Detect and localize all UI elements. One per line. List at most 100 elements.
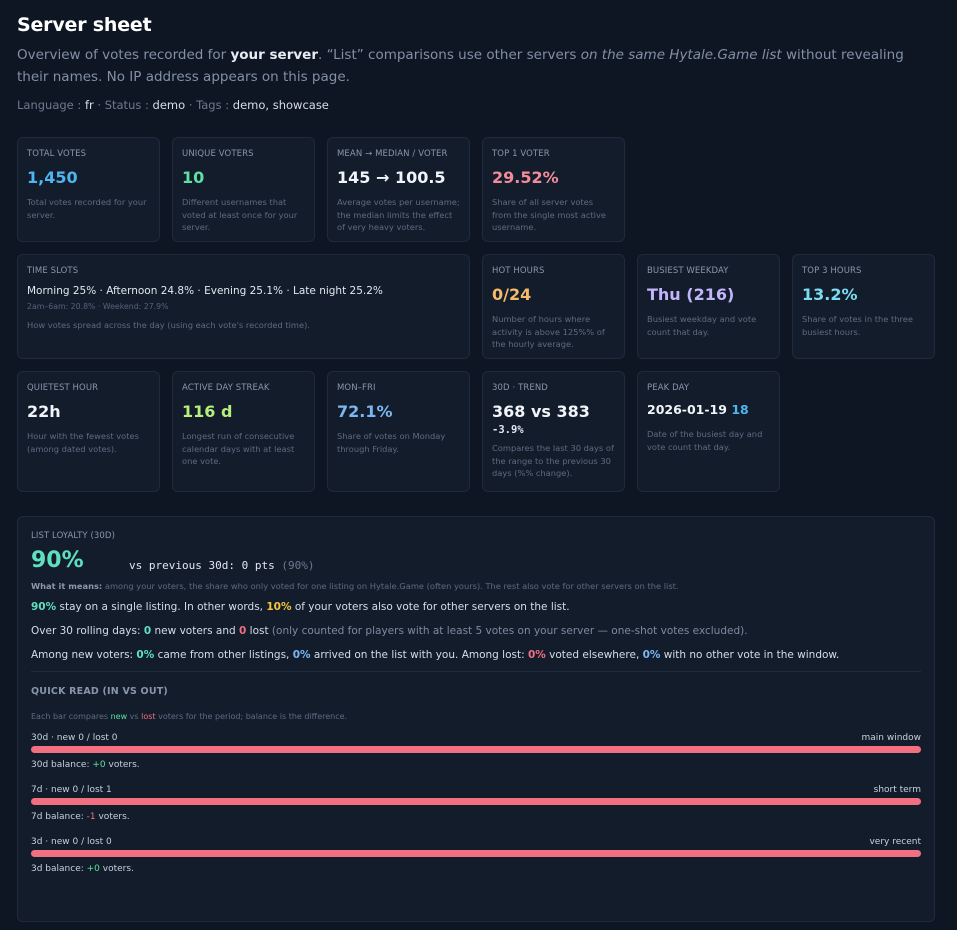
card-active-streak: ACTIVE DAY STREAK 116 d Longest run of c…	[172, 371, 315, 492]
pct-value: 0%	[292, 649, 311, 661]
text-span: (only counted for players with at least …	[268, 625, 748, 637]
balance-unit: voters.	[105, 760, 140, 770]
card-peak-day: PEAK DAY 2026-01-19 18 Date of the busie…	[637, 371, 780, 492]
card-value: 29.52%	[492, 168, 559, 187]
multi-listing-pct: 10%	[266, 601, 292, 613]
pct-value: 0%	[528, 649, 546, 661]
card-desc: Number of hours where activity is above …	[492, 314, 605, 349]
peak-day-count: 18	[731, 402, 749, 417]
intro-prefix: Overview of votes recorded for	[17, 47, 231, 63]
quick-read-bars: 30d · new 0 / lost 0 main window 30d balan…	[31, 733, 921, 874]
in-out-bar	[31, 798, 921, 805]
text-span: new voters and	[151, 625, 239, 637]
card-total-votes: TOTAL VOTES 1,450 Total votes recorded f…	[17, 137, 160, 242]
bar-right-label: very recent	[869, 837, 921, 847]
balance-label: 3d balance:	[31, 864, 87, 874]
in-out-bar	[31, 850, 921, 857]
bar-left-label: 30d · new 0 / lost 0	[31, 733, 118, 743]
card-label: HOT HOURS	[492, 266, 545, 276]
card-mean-median: MEAN → MEDIAN / VOTER 145 → 100.5 Averag…	[327, 137, 470, 242]
legend-new: new	[110, 712, 128, 721]
text-span: vs	[127, 712, 142, 721]
pct-value: 0%	[136, 649, 155, 661]
card-value: 13.2%	[802, 285, 858, 304]
card-label: UNIQUE VOTERS	[182, 149, 254, 159]
text-span: came from other listings,	[154, 649, 293, 661]
card-desc: Longest run of consecutive calendar days…	[182, 431, 295, 466]
bar-row: 3d · new 0 / lost 0 very recent	[31, 837, 921, 857]
bar-balance: 30d balance: +0 voters.	[31, 760, 921, 770]
card-label: PEAK DAY	[647, 383, 690, 393]
card-busiest-weekday: BUSIEST WEEKDAY Thu (216) Busiest weekda…	[637, 254, 780, 359]
time-slots-sub: 2am–6am: 20.8% · Weekend: 27.9%	[27, 302, 169, 311]
card-label: TOTAL VOTES	[27, 149, 87, 159]
card-value: 22h	[27, 402, 61, 421]
language-value: fr	[84, 98, 94, 112]
balance-unit: voters.	[99, 864, 134, 874]
status-label: · Status :	[93, 98, 153, 112]
balance-label: 7d balance:	[31, 812, 87, 822]
text-span: voted elsewhere,	[545, 649, 643, 661]
text-span: arrived on the list with you. Among lost…	[310, 649, 528, 661]
balance-unit: voters.	[95, 812, 130, 822]
card-value: 368 vs 383	[492, 402, 590, 421]
card-desc: Share of votes on Monday through Friday.	[337, 431, 446, 454]
text-span: stay on a single listing. In other words…	[56, 601, 267, 613]
card-label: TOP 3 HOURS	[802, 266, 862, 276]
page-title: Server sheet	[17, 14, 152, 36]
bar-row: 30d · new 0 / lost 0 main window	[31, 733, 921, 753]
text-span: Over 30 rolling days:	[31, 625, 144, 637]
text-span: with no other vote in the window.	[660, 649, 840, 661]
card-label: BUSIEST WEEKDAY	[647, 266, 729, 276]
bar-lost-segment	[31, 798, 921, 805]
card-quietest-hour: QUIETEST HOUR 22h Hour with the fewest v…	[17, 371, 160, 492]
intro-italic: on the same Hytale.Game list	[580, 47, 782, 63]
in-out-bar	[31, 746, 921, 753]
status-value: demo	[152, 98, 186, 112]
card-desc: Busiest weekday and vote count that day.	[647, 314, 757, 337]
card-desc: Hour with the fewest votes (among dated …	[27, 431, 139, 454]
what-label: What it means:	[31, 581, 103, 591]
card-trend: 30D · TREND 368 vs 383 -3.9% Compares th…	[482, 371, 625, 492]
card-top3-hours: TOP 3 HOURS 13.2% Share of votes in the …	[792, 254, 935, 359]
pct-value: 0%	[642, 649, 661, 661]
bar-lost-segment	[31, 746, 921, 753]
bar-balance: 7d balance: -1 voters.	[31, 812, 921, 822]
card-value: 1,450	[27, 168, 78, 187]
balance-value: -1	[86, 812, 96, 822]
bar-balance: 3d balance: +0 voters.	[31, 864, 921, 874]
peak-day-value: 2026-01-19 18	[647, 400, 770, 420]
card-value: 10	[182, 168, 205, 187]
card-desc: Total votes recorded for your server.	[27, 197, 147, 220]
trend-change: -3.9%	[492, 424, 524, 436]
rolling-summary: Over 30 rolling days: 0 new voters and 0…	[31, 625, 921, 637]
time-slots-line: Morning 25% · Afternoon 24.8% · Evening …	[27, 285, 383, 297]
balance-label: 30d balance:	[31, 760, 93, 770]
peak-day-date: 2026-01-19	[647, 402, 727, 417]
tags-value: demo, showcase	[232, 98, 329, 112]
text-span: Each bar compares	[31, 712, 111, 721]
loyalty-vs-previous: vs previous 30d: 0 pts (90%)	[129, 559, 314, 572]
what-text: among your voters, the share who only vo…	[102, 581, 679, 591]
card-desc: Different usernames that voted at least …	[182, 197, 298, 232]
card-desc: Share of votes in the three busiest hour…	[802, 314, 913, 337]
card-desc: Share of all server votes from the singl…	[492, 197, 606, 232]
bar-lost-segment	[31, 850, 921, 857]
intro-mid: . “List” comparisons use other servers	[317, 47, 581, 63]
card-value: 0/24	[492, 285, 532, 304]
new-lost-breakdown: Among new voters: 0% came from other lis…	[31, 649, 921, 661]
bar-left-label: 3d · new 0 / lost 0	[31, 837, 112, 847]
card-desc: Compares the last 30 days of the range t…	[492, 443, 614, 478]
language-label: Language :	[17, 98, 85, 112]
text-span: lost	[246, 625, 269, 637]
loyalty-summary: 90% stay on a single listing. In other w…	[31, 601, 921, 613]
divider	[31, 671, 921, 672]
vs-text: vs previous 30d: 0 pts	[129, 559, 275, 572]
text-span: of your voters also vote for other serve…	[291, 601, 570, 613]
card-label: 30D · TREND	[492, 383, 548, 393]
quick-read-desc: Each bar compares new vs lost voters for…	[31, 712, 921, 721]
card-value: 72.1%	[337, 402, 393, 421]
card-label: QUIETEST HOUR	[27, 383, 99, 393]
balance-value: +0	[92, 760, 106, 770]
what-it-means: What it means: among your voters, the sh…	[31, 581, 921, 591]
